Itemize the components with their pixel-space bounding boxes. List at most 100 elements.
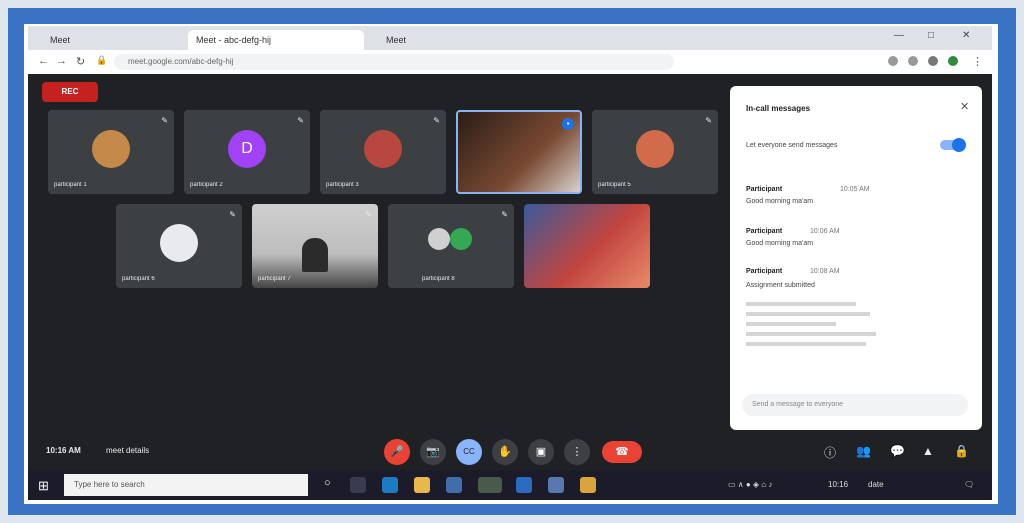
people-icon[interactable]: 👥	[856, 444, 871, 458]
taskbar-app-icon[interactable]	[548, 477, 564, 493]
present-button[interactable]: ▣	[528, 439, 554, 465]
participant-name: participant 2	[190, 182, 223, 188]
avatar-initial: D	[241, 140, 253, 157]
back-arrow-icon[interactable]: ←	[38, 55, 49, 67]
chat-input[interactable]: Send a message to everyone	[742, 394, 968, 416]
browser-menu-icon[interactable]: ⋮	[972, 55, 983, 68]
participant-tile[interactable]: ✎ participant 3	[320, 110, 446, 194]
participant-video-tile[interactable]: ▪	[456, 110, 582, 194]
task-view-icon[interactable]	[350, 477, 366, 493]
more-options-button[interactable]: ⋮	[564, 439, 590, 465]
recording-badge: REC	[42, 82, 98, 102]
participant-name: participant 6	[122, 276, 155, 282]
browser-tab-bar: Meet Meet - abc-defg-hij Meet — □ ✕	[28, 26, 992, 50]
message-text: Good morning ma'am	[746, 198, 814, 205]
desktop-screen: Meet Meet - abc-defg-hij Meet — □ ✕ ← → …	[28, 26, 992, 500]
tray-icons[interactable]: ▭ ∧ ● ◈ ⌂ ♪	[728, 480, 772, 489]
address-bar-row: ← → ↻ 🔒 meet.google.com/abc-defg-hij ⋮	[28, 50, 992, 75]
raise-hand-button[interactable]: ✋	[492, 439, 518, 465]
message-author: Participant	[746, 186, 783, 193]
mic-muted-icon: ✎	[161, 116, 168, 125]
chat-icon[interactable]: 💬	[890, 444, 905, 458]
windows-taskbar: ⊞ Type here to search ○ ▭ ∧ ● ◈ ⌂ ♪ 10:1…	[28, 470, 992, 500]
taskbar-date[interactable]: date	[868, 480, 884, 489]
browser-tab[interactable]: Meet	[42, 30, 158, 50]
avatar	[428, 228, 450, 250]
extension-icon[interactable]	[928, 56, 938, 66]
message-time: 10:05 AM	[840, 186, 870, 193]
activities-icon[interactable]: ▲	[922, 444, 934, 458]
mic-muted-icon: ✎	[229, 210, 236, 219]
speaking-indicator-icon: ▪	[562, 118, 574, 130]
message-text: Good morning ma'am	[746, 240, 814, 247]
participant-name: participant 8	[422, 276, 455, 282]
participant-tile[interactable]: ✎ participant 6	[116, 204, 242, 288]
participant-video-tile[interactable]	[524, 204, 650, 288]
avatar	[364, 130, 402, 168]
store-icon[interactable]	[446, 477, 462, 493]
chat-panel: In-call messages ✕ Let everyone send mes…	[730, 86, 982, 430]
mail-icon[interactable]	[516, 477, 532, 493]
close-icon[interactable]: ✕	[960, 100, 969, 113]
participant-video-tile[interactable]: ✎ participant 7	[252, 204, 378, 288]
participant-name: participant 7	[258, 276, 291, 282]
toggle-label: Let everyone send messages	[746, 142, 838, 149]
forward-arrow-icon[interactable]: →	[56, 55, 67, 67]
taskbar-app-icon[interactable]	[478, 477, 502, 493]
host-controls-icon[interactable]: 🔒	[954, 444, 969, 458]
captions-button[interactable]: CC	[456, 439, 482, 465]
mic-toggle-button[interactable]: 🎤	[384, 439, 410, 465]
message-text: Assignment submitted	[746, 282, 815, 289]
meeting-controls-bar: 10:16 AM meet details 🎤 📷 CC ✋ ▣ ⋮ ☎ ⓘ 👥…	[28, 434, 992, 470]
camera-toggle-button[interactable]: 📷	[420, 439, 446, 465]
meet-stage: REC ✎ participant 1 D ✎ participant 2 ✎ …	[28, 74, 992, 470]
video-person	[302, 238, 328, 272]
edge-icon[interactable]	[382, 477, 398, 493]
browser-tab-active[interactable]: Meet - abc-defg-hij	[188, 30, 364, 50]
meeting-details-label[interactable]: meet details	[106, 446, 149, 455]
taskbar-search-box[interactable]: Type here to search	[64, 474, 308, 496]
mic-muted-icon: ✎	[705, 116, 712, 125]
participant-tile[interactable]: ✎ participant 5	[592, 110, 718, 194]
notification-icon[interactable]: 🗨	[964, 480, 974, 489]
screenshot-container: Meet Meet - abc-defg-hij Meet — □ ✕ ← → …	[24, 24, 998, 504]
leave-call-button[interactable]: ☎	[602, 441, 642, 463]
maximize-button[interactable]: □	[928, 30, 934, 41]
mic-muted-icon: ✎	[365, 210, 372, 219]
taskbar-clock[interactable]: 10:16	[828, 480, 848, 489]
extension-icon[interactable]	[908, 56, 918, 66]
windows-start-icon[interactable]: ⊞	[38, 478, 49, 494]
info-icon[interactable]: ⓘ	[824, 444, 836, 461]
avatar	[636, 130, 674, 168]
avatar	[160, 224, 198, 262]
url-field[interactable]: meet.google.com/abc-defg-hij	[114, 54, 674, 70]
participant-name: participant 1	[54, 182, 87, 188]
participant-tile[interactable]: ✎ participant 1	[48, 110, 174, 194]
file-explorer-icon[interactable]	[414, 477, 430, 493]
chrome-icon[interactable]	[580, 477, 596, 493]
mic-muted-icon: ✎	[501, 210, 508, 219]
extension-icon[interactable]	[888, 56, 898, 66]
browser-tab[interactable]: Meet	[378, 30, 514, 50]
message-time: 10:06 AM	[810, 228, 840, 235]
lock-icon: 🔒	[96, 55, 108, 65]
message-author: Participant	[746, 268, 783, 275]
cortana-icon[interactable]: ○	[324, 477, 340, 493]
profile-avatar[interactable]	[948, 56, 958, 66]
meeting-clock: 10:16 AM	[46, 446, 81, 455]
reload-icon[interactable]: ↻	[76, 55, 85, 68]
close-button[interactable]: ✕	[962, 30, 970, 41]
mic-muted-icon: ✎	[297, 116, 304, 125]
participant-name: participant 5	[598, 182, 631, 188]
avatar: D	[228, 130, 266, 168]
participant-tile[interactable]: ✎ participant 8	[388, 204, 514, 288]
message-author: Participant	[746, 228, 783, 235]
participant-name: participant 3	[326, 182, 359, 188]
minimize-button[interactable]: —	[894, 30, 904, 41]
chat-title: In-call messages	[746, 104, 811, 113]
avatar	[92, 130, 130, 168]
avatar	[450, 228, 472, 250]
chat-permission-toggle[interactable]	[940, 138, 966, 152]
mic-muted-icon: ✎	[433, 116, 440, 125]
participant-tile[interactable]: D ✎ participant 2	[184, 110, 310, 194]
